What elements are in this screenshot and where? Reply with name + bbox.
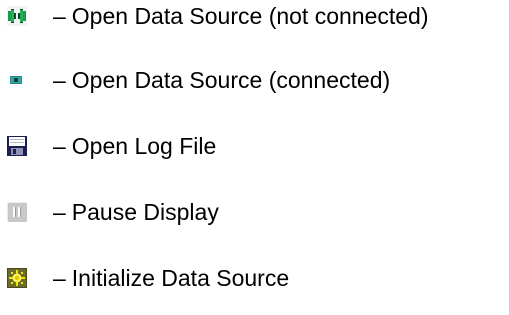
legend-label-open-data-source-not-connected: Open Data Source (not connected) xyxy=(71,3,429,29)
legend-label-pause-display: Pause Display xyxy=(71,199,219,225)
legend-dash: – xyxy=(53,199,66,225)
pause-icon xyxy=(6,201,28,223)
legend-row-pause-display: – Pause Display xyxy=(6,196,219,228)
legend-label-open-log-file: Open Log File xyxy=(71,133,217,159)
legend-description: – Open Data Source (not connected) xyxy=(53,0,429,32)
legend-label-initialize-data-source: Initialize Data Source xyxy=(71,265,290,291)
legend-dash: – xyxy=(53,3,66,29)
legend-label-open-data-source-connected: Open Data Source (connected) xyxy=(71,67,391,93)
floppy-disk-icon xyxy=(6,135,28,157)
legend-description: – Initialize Data Source xyxy=(53,262,289,294)
legend-description: – Open Data Source (connected) xyxy=(53,64,390,96)
legend-dash: – xyxy=(53,265,66,291)
connected-dot-icon xyxy=(6,69,28,91)
sun-gear-icon xyxy=(6,267,28,289)
legend-dash: – xyxy=(53,133,66,159)
toolbar-icon-legend: – Open Data Source (not connected) – Open … xyxy=(0,0,509,315)
legend-row-open-data-source-connected: – Open Data Source (connected) xyxy=(6,64,390,96)
legend-description: – Open Log File xyxy=(53,130,216,162)
legend-row-open-log-file: – Open Log File xyxy=(6,130,216,162)
legend-row-initialize-data-source: – Initialize Data Source xyxy=(6,262,289,294)
plug-disconnected-icon xyxy=(6,5,28,27)
legend-row-open-data-source-not-connected: – Open Data Source (not connected) xyxy=(6,0,429,32)
legend-description: – Pause Display xyxy=(53,196,219,228)
legend-dash: – xyxy=(53,67,66,93)
